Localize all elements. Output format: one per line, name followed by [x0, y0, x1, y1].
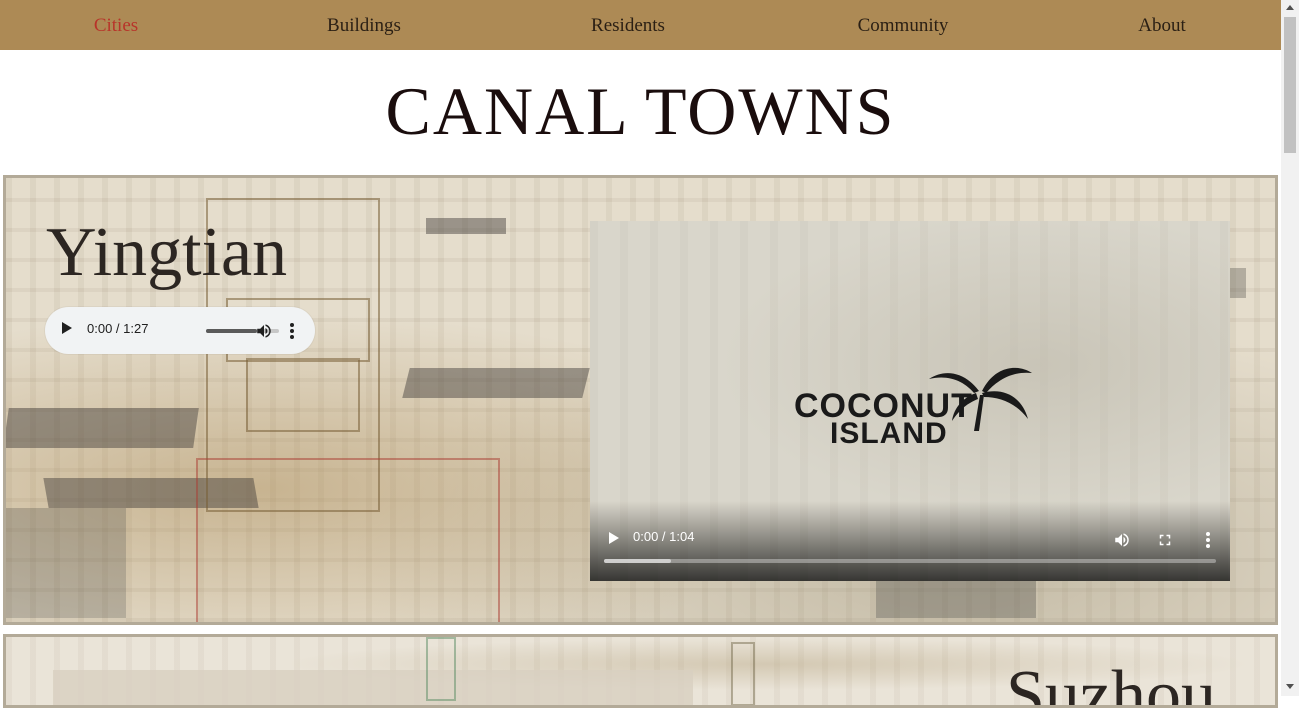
volume-icon[interactable] — [255, 322, 273, 340]
top-nav: Cities Buildings Residents Community Abo… — [0, 0, 1281, 50]
city-panel-frame: Suzhou — [3, 634, 1278, 708]
nav-item-cities[interactable]: Cities — [94, 0, 138, 50]
play-icon[interactable] — [609, 532, 619, 544]
more-vert-icon[interactable] — [290, 323, 294, 339]
video-player[interactable]: COCONUT ISLAND 0:00 / 1:04 — [590, 221, 1230, 581]
video-progress-bar[interactable] — [604, 559, 1216, 563]
nav-item-community[interactable]: Community — [858, 0, 949, 50]
video-progress-level — [604, 559, 672, 563]
city-name: Suzhou — [1006, 657, 1216, 708]
page-title: CANAL TOWNS — [385, 73, 896, 149]
city-name: Yingtian — [46, 214, 288, 291]
audio-time: 0:00 / 1:27 — [87, 321, 149, 336]
nav-item-residents[interactable]: Residents — [591, 0, 665, 50]
logo-line2: ISLAND — [830, 417, 948, 450]
nav-item-about[interactable]: About — [1138, 0, 1186, 50]
city-panel-suzhou: Suzhou — [0, 631, 1281, 711]
more-vert-icon[interactable] — [1206, 532, 1210, 548]
audio-player[interactable]: 0:00 / 1:27 — [45, 307, 315, 354]
scroll-up-arrow-icon[interactable] — [1286, 5, 1294, 10]
volume-icon[interactable] — [1113, 531, 1131, 549]
nav-item-buildings[interactable]: Buildings — [327, 0, 401, 50]
video-controls: 0:00 / 1:04 — [590, 501, 1230, 581]
play-icon[interactable] — [62, 322, 72, 334]
page-scrollbar[interactable] — [1281, 0, 1299, 696]
scrollbar-thumb[interactable] — [1284, 17, 1296, 153]
fullscreen-icon[interactable] — [1156, 531, 1174, 549]
video-time: 0:00 / 1:04 — [633, 529, 695, 544]
coconut-island-logo: COCONUT ISLAND — [794, 361, 1034, 451]
scroll-down-arrow-icon[interactable] — [1286, 684, 1294, 689]
audio-volume-level — [206, 329, 258, 333]
